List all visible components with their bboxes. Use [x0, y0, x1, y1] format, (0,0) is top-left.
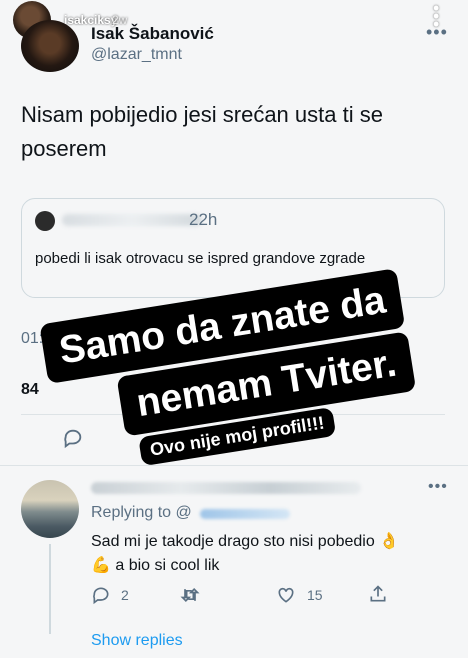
- reply-text-line: 💪 a bio si cool lik: [91, 557, 220, 574]
- tweet-stat-count[interactable]: 84: [21, 381, 39, 399]
- show-replies-link[interactable]: Show replies: [91, 632, 183, 650]
- replying-to-label: Replying to @: [91, 504, 192, 521]
- reply-text: Sad mi je takodje drago sto nisi pobedio…: [91, 530, 441, 578]
- author-handle[interactable]: @lazar_tmnt: [91, 46, 182, 64]
- horizontal-dots-icon[interactable]: •••: [428, 478, 448, 496]
- tweet-text: Nisam pobijedio jesi srećan usta ti se p…: [21, 102, 383, 161]
- heart-icon[interactable]: [276, 585, 296, 605]
- author-avatar[interactable]: [21, 20, 79, 72]
- share-icon[interactable]: [368, 584, 388, 604]
- reply-count: 2: [121, 587, 129, 603]
- thread-line: [49, 544, 51, 634]
- horizontal-dots-icon[interactable]: •••: [426, 22, 448, 43]
- replying-to-handle-redacted[interactable]: [200, 509, 290, 519]
- retweet-icon[interactable]: [180, 585, 200, 605]
- reply-text-line: Sad mi je takodje drago sto nisi pobedio…: [91, 533, 400, 550]
- quoted-avatar: [35, 211, 55, 231]
- quoted-author-redacted: [62, 214, 202, 226]
- author-name[interactable]: Isak Šabanović: [91, 24, 214, 44]
- comment-icon[interactable]: [91, 585, 111, 605]
- like-count: 15: [307, 587, 323, 603]
- quoted-time: 22h: [189, 210, 218, 229]
